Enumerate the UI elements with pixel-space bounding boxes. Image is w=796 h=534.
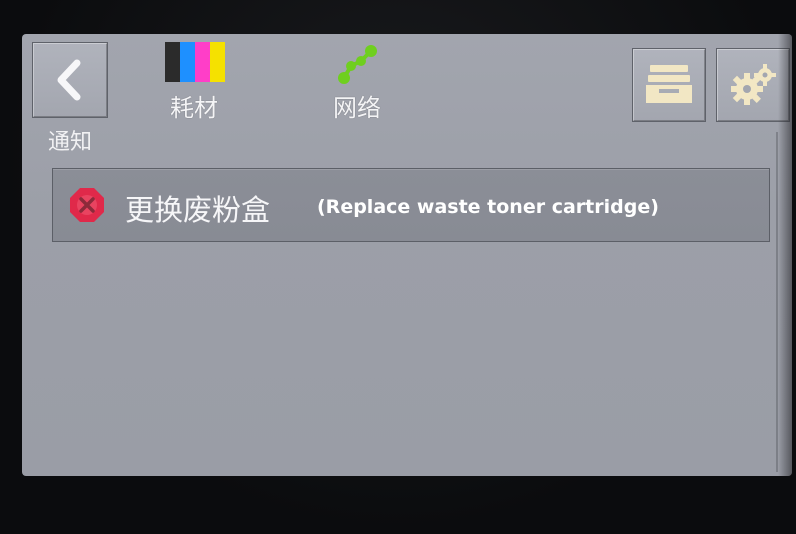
device-bezel: 耗材 网络 通知 更换废粉盒 (Replace waste toner cart… [0,0,796,534]
touch-screen: 耗材 网络 通知 更换废粉盒 (Replace waste toner cart… [22,34,792,476]
section-title: 通知 [48,130,93,155]
notification-text: 更换废粉盒 [125,193,271,227]
back-button[interactable] [32,42,108,118]
paper-tray-icon [646,65,692,103]
color-toner-icon [165,42,225,82]
chevron-left-icon [57,59,81,101]
tab-consumables[interactable]: 耗材 [154,40,234,122]
tab-network[interactable]: 网络 [317,40,397,122]
tab-consumables-label: 耗材 [170,94,218,122]
paper-tray-button[interactable] [632,48,706,122]
notification-caption: (Replace waste toner cartridge) [317,196,659,218]
notification-item[interactable]: 更换废粉盒 (Replace waste toner cartridge) [52,168,770,242]
screen-edge-shadow [778,34,792,476]
tab-network-label: 网络 [333,94,381,122]
network-icon [338,45,377,84]
error-x-icon [70,188,104,222]
